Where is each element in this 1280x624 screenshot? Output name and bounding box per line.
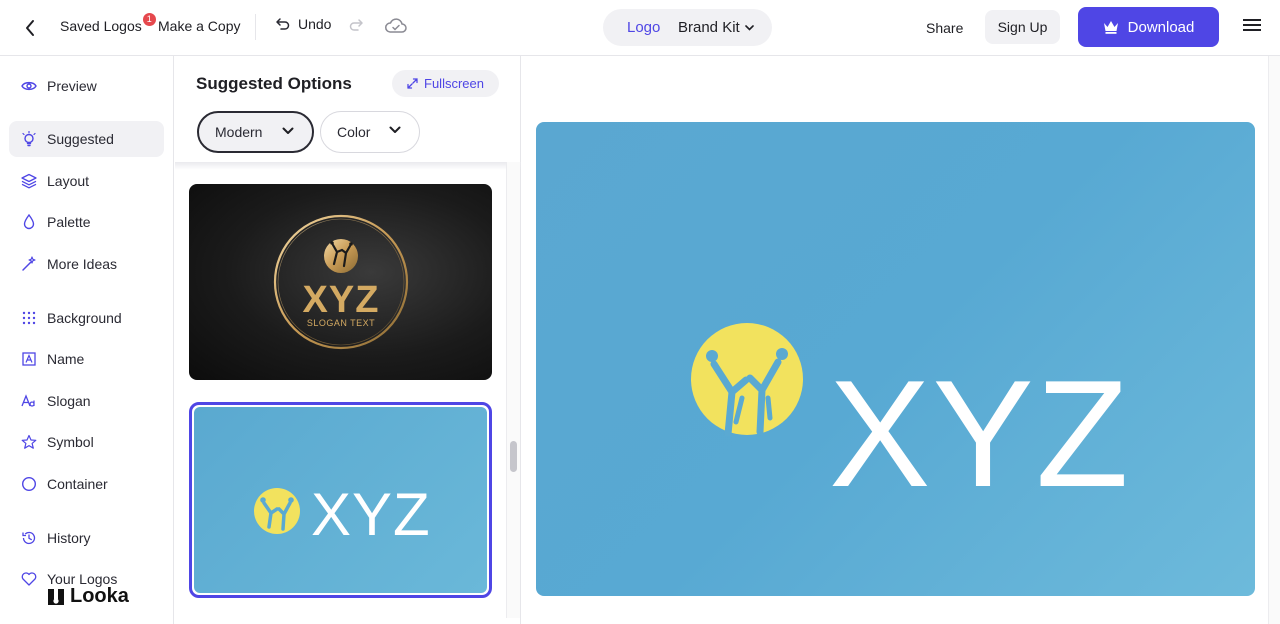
panel-title: Suggested Options xyxy=(196,74,352,93)
thumb-logo-text: XYZ xyxy=(311,481,431,548)
fullscreen-label: Fullscreen xyxy=(424,76,484,91)
sidebar-item-symbol[interactable]: Symbol xyxy=(9,424,164,460)
sidebar-item-label: Name xyxy=(47,351,85,367)
hamburger-icon xyxy=(1243,19,1261,31)
top-bar: Saved Logos 1 Make a Copy Undo Logo Bran… xyxy=(0,0,1280,56)
sign-up-label: Sign Up xyxy=(997,19,1048,35)
sidebar-item-label: Layout xyxy=(47,173,90,189)
sidebar-item-label: Suggested xyxy=(47,131,114,147)
cloud-save-button[interactable] xyxy=(384,16,408,36)
sidebar-item-label: Symbol xyxy=(47,434,94,450)
sidebar-item-label: Slogan xyxy=(47,393,91,409)
brand-name: Looka xyxy=(70,585,129,607)
brand-kit-label: Brand Kit xyxy=(678,19,740,36)
style-filter-label: Modern xyxy=(215,124,263,140)
share-button[interactable]: Share xyxy=(926,20,963,36)
sidebar-item-label: More Ideas xyxy=(47,256,118,272)
yellow-dancers-emblem xyxy=(691,323,803,436)
sidebar-item-suggested[interactable]: Suggested xyxy=(9,121,164,157)
saved-logos-label: Saved Logos xyxy=(60,18,142,34)
expand-icon xyxy=(407,78,418,89)
sidebar-item-label: Background xyxy=(47,310,122,326)
thumb-blue-background: XYZ xyxy=(194,407,487,593)
sign-up-button[interactable]: Sign Up xyxy=(985,10,1060,44)
preview-area: XYZ xyxy=(522,56,1268,624)
toolbar-divider xyxy=(255,14,256,40)
download-label: Download xyxy=(1127,18,1195,36)
left-sidebar: Preview Suggested Layout Palette More Id… xyxy=(0,56,174,624)
back-button[interactable] xyxy=(18,16,42,40)
sidebar-item-label: Preview xyxy=(47,78,97,94)
logo-option-dark-gold[interactable]: XYZ SLOGAN TEXT xyxy=(189,184,492,380)
sidebar-item-history[interactable]: History xyxy=(9,520,164,556)
font-icon xyxy=(21,393,37,409)
canvas-logo-text: XYZ xyxy=(829,349,1131,519)
saved-count-badge: 1 xyxy=(142,12,156,26)
make-copy-label: Make a Copy xyxy=(158,18,241,34)
layers-icon xyxy=(21,173,37,189)
share-label: Share xyxy=(926,20,964,36)
make-copy-button[interactable]: Make a Copy xyxy=(158,18,240,34)
cloud-icon xyxy=(385,18,407,33)
circle-icon xyxy=(21,476,37,492)
color-filter-dropdown[interactable]: Color xyxy=(320,111,420,153)
undo-icon xyxy=(276,18,290,30)
redo-button[interactable] xyxy=(348,17,364,33)
style-filter-dropdown[interactable]: Modern xyxy=(197,111,314,153)
right-scroll-rail[interactable] xyxy=(1268,56,1280,624)
list-top-fade xyxy=(175,162,521,170)
logo-brandkit-toggle: Logo Brand Kit xyxy=(603,9,772,46)
text-box-icon xyxy=(21,351,37,367)
star-icon xyxy=(21,434,37,450)
magic-wand-icon xyxy=(21,256,37,272)
scrollbar-track[interactable] xyxy=(506,162,520,618)
redo-icon xyxy=(349,19,363,31)
tab-brand-kit[interactable]: Brand Kit xyxy=(678,19,754,36)
yellow-dancers-emblem xyxy=(254,488,300,534)
thumb-slogan-text: SLOGAN TEXT xyxy=(306,318,376,328)
sidebar-item-label: History xyxy=(47,530,91,546)
lightbulb-icon xyxy=(21,131,37,147)
suggestions-list[interactable]: XYZ SLOGAN TEXT XYZ xyxy=(175,162,521,624)
history-icon xyxy=(21,530,37,546)
sidebar-item-layout[interactable]: Layout xyxy=(9,163,164,199)
sidebar-item-palette[interactable]: Palette xyxy=(9,204,164,240)
eye-icon xyxy=(21,78,37,94)
crown-icon xyxy=(1103,21,1118,34)
chevron-down-icon xyxy=(744,24,754,31)
fullscreen-button[interactable]: Fullscreen xyxy=(392,70,499,97)
sidebar-item-label: Palette xyxy=(47,214,91,230)
tab-logo[interactable]: Logo xyxy=(627,19,660,36)
sidebar-item-container[interactable]: Container xyxy=(9,466,164,502)
logo-canvas[interactable]: XYZ xyxy=(536,122,1255,596)
sidebar-item-name[interactable]: Name xyxy=(9,341,164,377)
heart-icon xyxy=(21,571,37,587)
chevron-down-icon xyxy=(282,127,294,134)
scrollbar-thumb[interactable] xyxy=(510,441,517,472)
download-button[interactable]: Download xyxy=(1078,7,1219,47)
grid-dots-icon xyxy=(21,310,37,326)
sidebar-item-slogan[interactable]: Slogan xyxy=(9,383,164,419)
chevron-down-icon xyxy=(389,126,401,133)
sidebar-item-preview[interactable]: Preview xyxy=(9,68,164,104)
undo-label: Undo xyxy=(298,16,332,32)
sidebar-item-label: Container xyxy=(47,476,108,492)
sidebar-item-more-ideas[interactable]: More Ideas xyxy=(9,246,164,282)
chevron-left-icon xyxy=(26,20,34,36)
thumb-logo-text: XYZ xyxy=(302,279,380,321)
looka-mark-icon xyxy=(48,588,64,605)
sidebar-item-background[interactable]: Background xyxy=(9,300,164,336)
droplet-icon xyxy=(21,214,37,230)
suggested-options-panel: Suggested Options Fullscreen Modern Colo… xyxy=(175,56,521,624)
color-filter-label: Color xyxy=(337,124,371,140)
logo-option-blue-selected[interactable]: XYZ xyxy=(189,402,492,598)
looka-brand-logo[interactable]: Looka xyxy=(46,585,129,608)
hamburger-menu-button[interactable] xyxy=(1242,17,1262,33)
undo-button[interactable]: Undo xyxy=(275,16,331,32)
saved-logos-button[interactable]: Saved Logos 1 xyxy=(60,12,156,34)
